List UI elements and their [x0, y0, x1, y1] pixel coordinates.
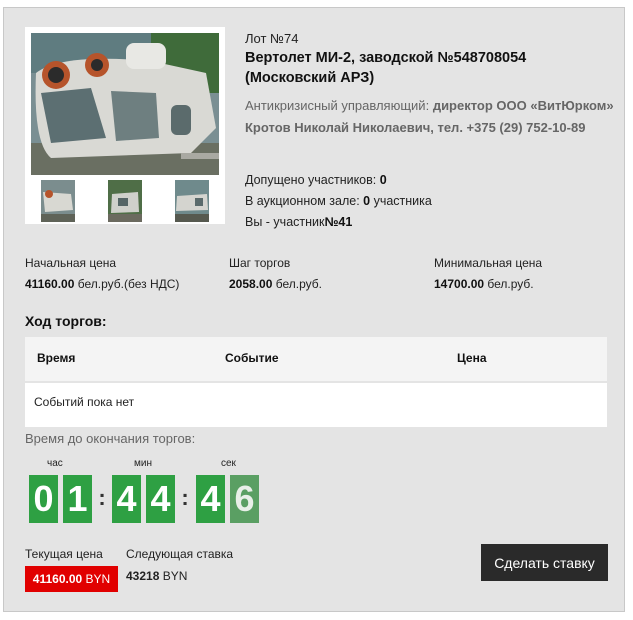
hours-unit: час	[47, 458, 63, 469]
timer-separator: :	[181, 485, 189, 510]
timer-digit: 0	[29, 475, 58, 523]
in-hall-label: В аукционном зале:	[245, 194, 360, 208]
manager-info: Антикризисный управляющий: директор ООО …	[245, 95, 617, 139]
start-price: 41160.00 бел.руб.(без НДС)	[25, 277, 179, 291]
timer-digit: 1	[63, 475, 92, 523]
min-price: 14700.00 бел.руб.	[434, 277, 534, 291]
photo-gallery	[25, 27, 225, 224]
minutes-unit: мин	[134, 458, 152, 469]
current-price-label: Текущая цена	[25, 547, 103, 561]
start-price-value: 41160.00	[25, 277, 75, 291]
admitted-label: Допущено участников:	[245, 173, 377, 187]
step-label: Шаг торгов	[229, 256, 291, 270]
current-price-value: 41160.00	[32, 572, 83, 586]
step-unit: бел.руб.	[275, 277, 322, 291]
thumbnail-1[interactable]	[41, 180, 75, 222]
column-event: Событие	[225, 351, 279, 365]
history-title: Ход торгов:	[25, 313, 107, 329]
next-bid-currency: BYN	[162, 569, 188, 583]
seconds-unit: сек	[221, 458, 236, 469]
min-price-label: Минимальная цена	[434, 256, 543, 270]
step-value: 2058.00	[229, 277, 273, 291]
column-price: Цена	[457, 351, 487, 365]
column-time: Время	[37, 351, 76, 365]
in-hall-suffix: участника	[373, 194, 432, 208]
timer-digit: 4	[196, 475, 225, 523]
start-price-unit: бел.руб.(без НДС)	[77, 277, 180, 291]
next-bid: 43218 BYN	[126, 569, 187, 583]
min-price-unit: бел.руб.	[487, 277, 534, 291]
in-hall-value: 0	[363, 194, 371, 208]
next-bid-label: Следующая ставка	[126, 547, 234, 561]
your-participant-number: Вы - участник№41	[245, 215, 352, 229]
timer-digit: 6	[230, 475, 259, 523]
lot-number: Лот №74	[245, 31, 299, 46]
manager-label: Антикризисный управляющий:	[245, 98, 430, 113]
timer-separator: :	[98, 485, 106, 510]
in-hall-participants: В аукционном зале: 0 участника	[245, 194, 432, 208]
main-photo[interactable]	[31, 33, 219, 175]
admitted-value: 0	[379, 173, 387, 187]
thumbnail-3[interactable]	[175, 180, 209, 222]
current-price-currency: BYN	[85, 572, 111, 586]
place-bid-button[interactable]: Сделать ставку	[481, 544, 608, 581]
lot-title: Вертолет МИ-2, заводской №548708054 (Мос…	[245, 50, 527, 86]
step-price: 2058.00 бел.руб.	[229, 277, 322, 291]
history-table-header: Время Событие Цена	[25, 337, 607, 381]
admitted-participants: Допущено участников: 0	[245, 173, 387, 187]
thumbnail-2[interactable]	[108, 180, 142, 222]
timer-digit: 4	[112, 475, 141, 523]
manager-company: директор ООО «ВитЮрком»	[432, 98, 614, 113]
next-bid-value: 43218	[126, 569, 160, 583]
min-price-value: 14700.00	[434, 277, 485, 291]
timer-digit: 4	[146, 475, 175, 523]
you-value: №41	[324, 215, 353, 229]
manager-name: Кротов Николай Николаевич, тел. +375 (29…	[245, 120, 586, 135]
current-price-badge: 41160.00 BYN	[25, 566, 118, 592]
start-price-label: Начальная цена	[25, 256, 117, 270]
timer-label: Время до окончания торгов:	[25, 431, 196, 446]
empty-history-text: Событий пока нет	[34, 395, 135, 409]
you-label: Вы - участник	[245, 215, 325, 229]
history-table-body: Событий пока нет	[25, 383, 607, 427]
